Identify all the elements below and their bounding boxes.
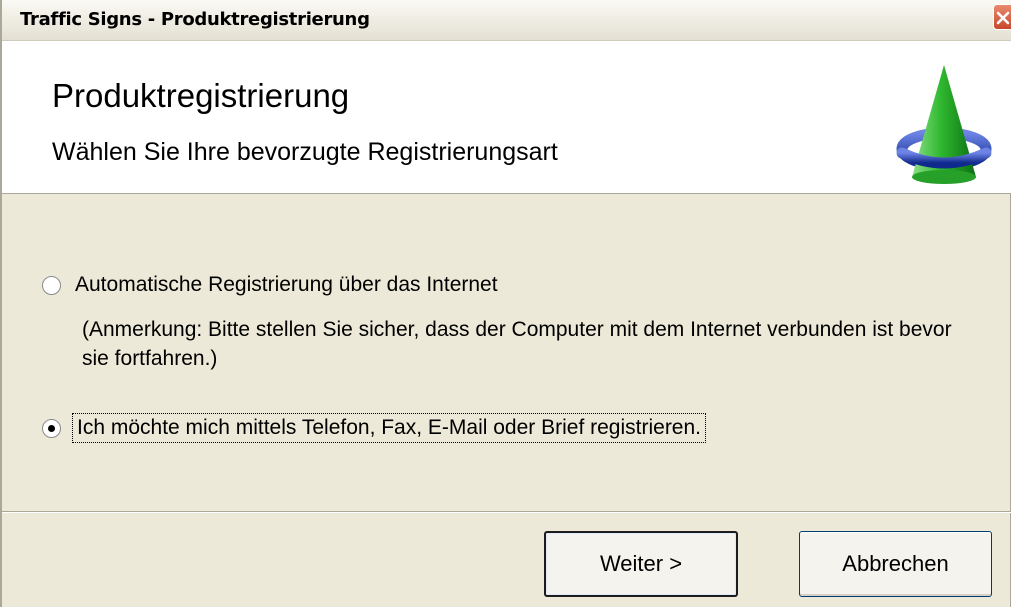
wizard-header: Produktregistrierung Wählen Sie Ihre bev… xyxy=(2,41,1011,194)
page-subtitle: Wählen Sie Ihre bevorzugte Registrierung… xyxy=(52,138,558,166)
registration-dialog: Traffic Signs - Produktregistrierung Pro… xyxy=(0,0,1011,607)
radio-option-manual[interactable]: Ich möchte mich mittels Telefon, Fax, E-… xyxy=(42,413,707,443)
cancel-button[interactable]: Abbrechen xyxy=(799,531,992,597)
radio-label-internet: Automatische Registrierung über das Inte… xyxy=(75,273,498,296)
window-title: Traffic Signs - Produktregistrierung xyxy=(20,9,370,30)
close-icon xyxy=(996,11,1010,25)
radio-label-manual: Ich möchte mich mittels Telefon, Fax, E-… xyxy=(71,413,707,443)
page-title: Produktregistrierung xyxy=(52,77,350,114)
radio-button-internet[interactable] xyxy=(42,275,61,295)
close-button[interactable] xyxy=(993,4,1011,30)
radio-option-internet[interactable]: Automatische Registrierung über das Inte… xyxy=(42,273,498,297)
internet-note: (Anmerkung: Bitte stellen Sie sicher, da… xyxy=(82,318,952,370)
footer-divider xyxy=(2,511,1011,513)
title-bar[interactable]: Traffic Signs - Produktregistrierung xyxy=(2,0,1011,41)
green-cone-with-blue-ring-icon xyxy=(896,65,992,184)
next-button[interactable]: Weiter > xyxy=(544,531,738,597)
radio-button-manual[interactable] xyxy=(42,418,61,438)
